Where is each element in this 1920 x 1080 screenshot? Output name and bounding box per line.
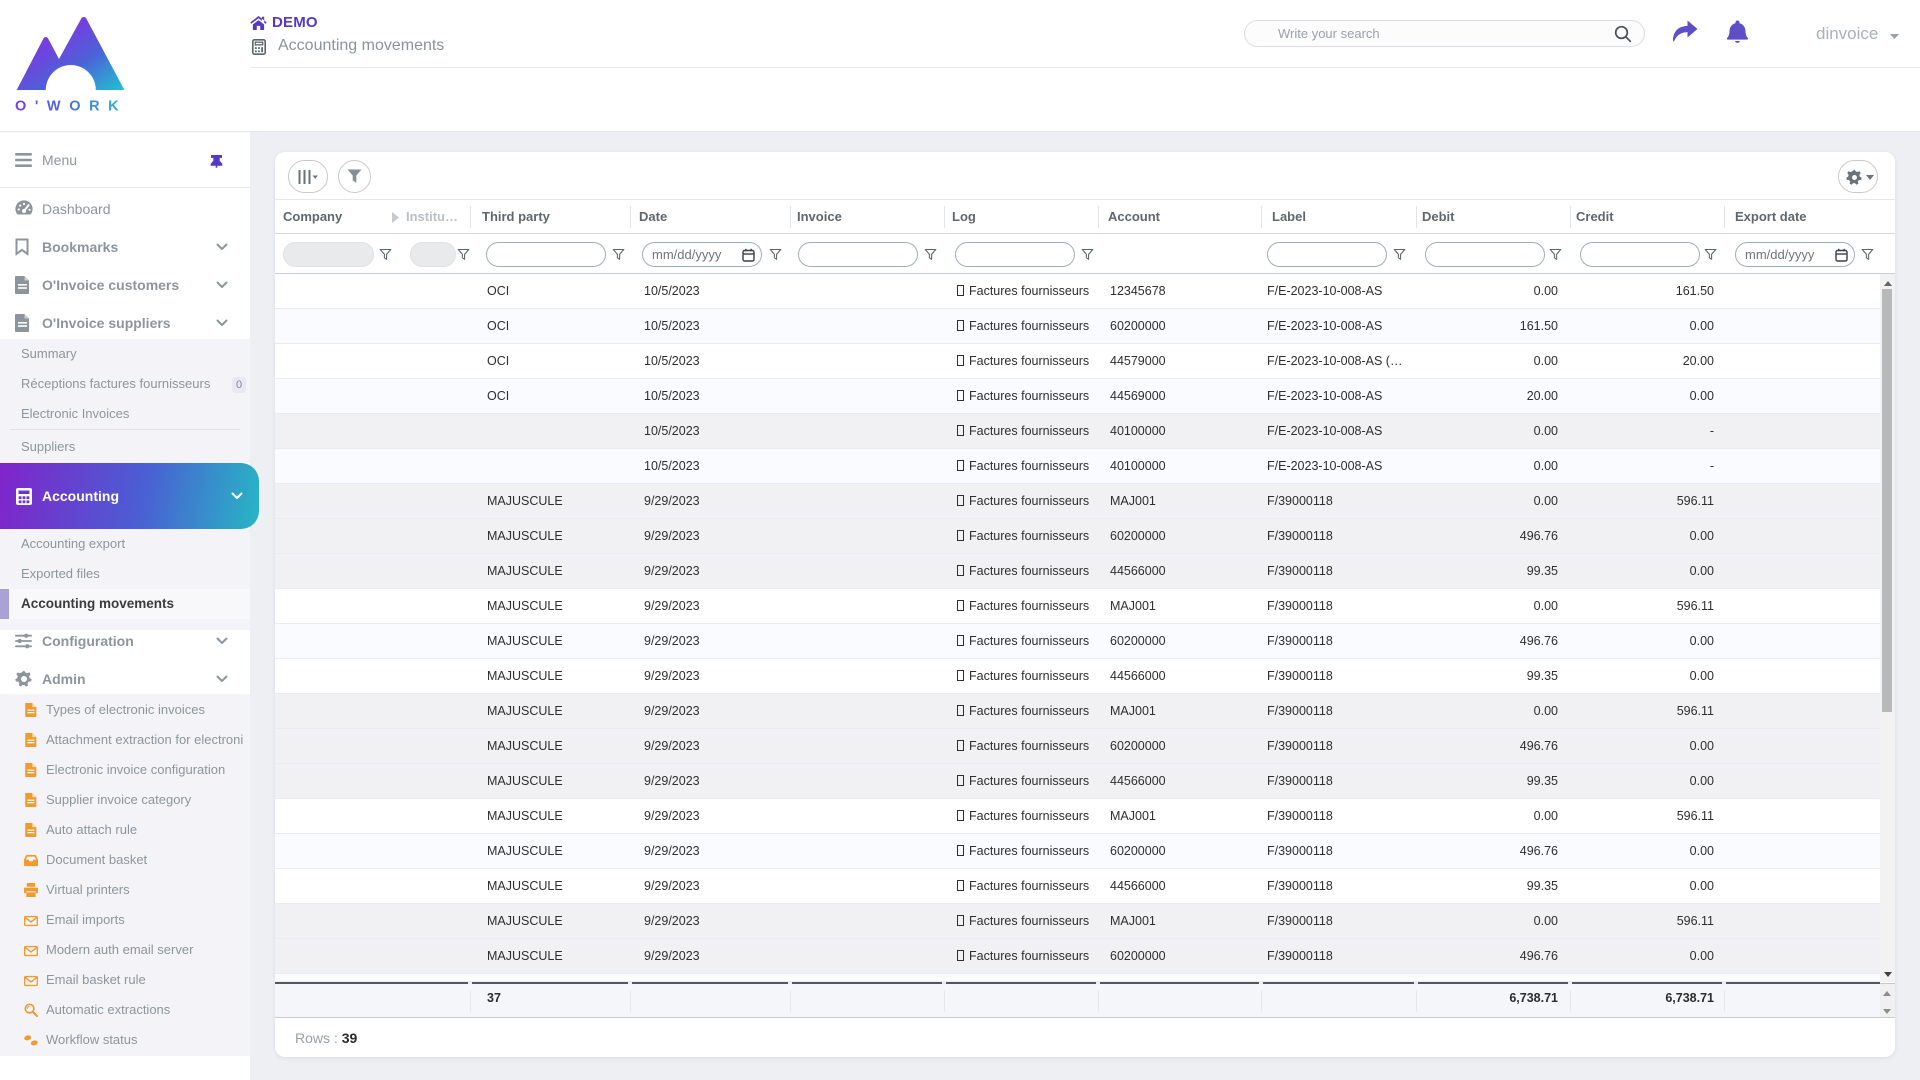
svg-text:O'WORK: O'WORK xyxy=(15,99,127,115)
